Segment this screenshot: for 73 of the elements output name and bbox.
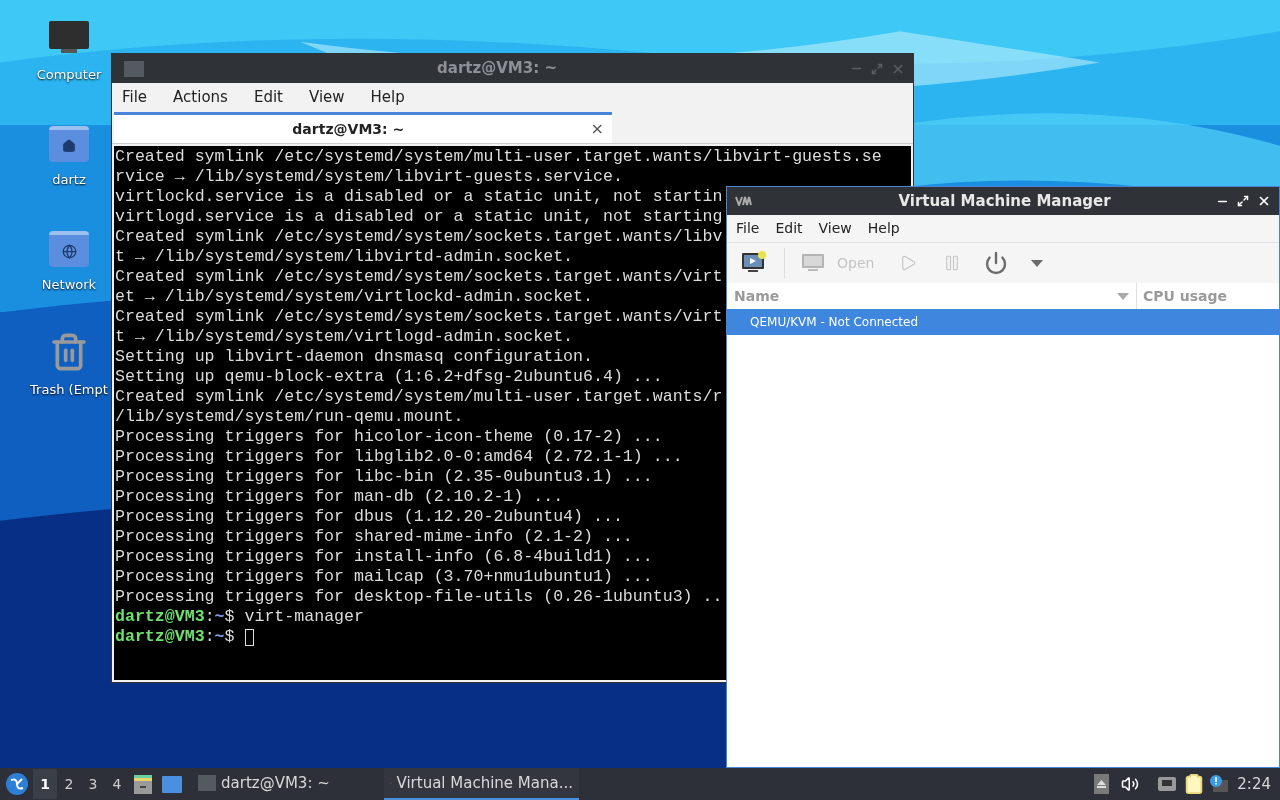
workspace-button[interactable]: 2 bbox=[57, 769, 81, 799]
menu-item[interactable]: View bbox=[308, 85, 345, 109]
menu-item[interactable]: View bbox=[818, 218, 852, 239]
terminal-icon bbox=[198, 775, 216, 791]
volume-icon[interactable] bbox=[1121, 775, 1140, 793]
workspace-button[interactable]: 3 bbox=[81, 769, 105, 799]
notification-icon[interactable] bbox=[1209, 774, 1230, 794]
close-icon[interactable] bbox=[1257, 194, 1271, 208]
terminal-tab[interactable]: dartz@VM3: ~ × bbox=[114, 112, 612, 143]
monitor-icon bbox=[741, 251, 767, 275]
menu-item[interactable]: Edit bbox=[775, 218, 803, 239]
terminal-line: Processing triggers for libglib2.0-0:amd64 (2.72.1-1) ... bbox=[115, 447, 683, 467]
menu-item[interactable]: Help bbox=[867, 218, 900, 239]
connection-row[interactable]: QEMU/KVM - Not Connected bbox=[727, 309, 1279, 335]
workspace-button[interactable]: 4 bbox=[105, 769, 129, 799]
taskbar-task[interactable]: Virtual Machine Mana... bbox=[384, 768, 579, 800]
sort-icon bbox=[1117, 292, 1129, 300]
file-cabinet-icon[interactable] bbox=[132, 773, 154, 795]
prompt-separator: : bbox=[204, 627, 215, 647]
maximize-icon[interactable] bbox=[1237, 195, 1249, 207]
start-menu-icon[interactable] bbox=[5, 772, 29, 796]
trash-icon bbox=[49, 332, 89, 372]
terminal-line: /lib/systemd/system/run-qemu.mount. bbox=[115, 407, 464, 427]
monitor-icon bbox=[801, 253, 825, 273]
menu-item[interactable]: File bbox=[122, 85, 148, 109]
terminal-line: Processing triggers for install-info (6.8-4build1) ... bbox=[115, 547, 653, 567]
eject-icon[interactable] bbox=[1094, 774, 1110, 794]
home-folder-icon bbox=[49, 126, 89, 162]
terminal-line: virtlogd.service is a disabled or a static unit, not starting bbox=[115, 207, 723, 227]
terminal-line: Setting up qemu-block-extra (1:6.2+dfsg-2ubuntu6.4) ... bbox=[115, 367, 663, 387]
terminal-line: rvice → /lib/systemd/system/libvirt-guests.service. bbox=[115, 167, 623, 187]
terminal-line: Processing triggers for man-db (2.10.2-1) ... bbox=[115, 487, 564, 507]
network-icon[interactable] bbox=[1157, 776, 1178, 792]
terminal-line: Processing triggers for dbus (1.12.20-2ubuntu4) ... bbox=[115, 507, 623, 527]
prompt-command: $ bbox=[224, 627, 235, 647]
terminal-line: t → /lib/systemd/system/libvirtd-admin.socket. bbox=[115, 247, 574, 267]
desktop-icon-label[interactable]: Trash (Empt bbox=[30, 380, 108, 400]
prompt-user: dartz@VM3 bbox=[115, 607, 205, 627]
terminal-line: Setting up libvirt-daemon dnsmasq configuration. bbox=[115, 347, 593, 367]
terminal-icon bbox=[124, 60, 144, 77]
prompt-separator: : bbox=[204, 607, 215, 627]
terminal-line: Processing triggers for hicolor-icon-theme (0.17-2) ... bbox=[115, 427, 663, 447]
window-title: Virtual Machine Manager bbox=[897, 190, 1112, 212]
terminal-line: t → /lib/systemd/system/virtlogd-admin.socket. bbox=[115, 327, 574, 347]
terminal-line: Created symlink /etc/systemd/system/sockets.target.wants/virt bbox=[115, 307, 723, 327]
prompt-path: ~ bbox=[214, 607, 225, 627]
terminal-line: Created symlink /etc/systemd/system/sockets.target.wants/virt bbox=[115, 267, 723, 287]
menu-item[interactable]: Help bbox=[370, 85, 405, 109]
caret-icon bbox=[1031, 259, 1044, 267]
terminal-line: Processing triggers for desktop-file-utils (0.26-1ubuntu3) .. bbox=[115, 587, 723, 607]
network-folder-icon bbox=[49, 231, 89, 267]
play-icon bbox=[899, 254, 918, 272]
prompt-path: ~ bbox=[214, 627, 225, 647]
workspace-button[interactable]: 1 bbox=[33, 769, 57, 799]
terminal-line: Created symlink /etc/systemd/system/sockets.target.wants/libv bbox=[115, 227, 723, 247]
tab-close-button[interactable]: × bbox=[582, 117, 612, 141]
terminal-line: Processing triggers for libc-bin (2.35-0ubuntu3.1) ... bbox=[115, 467, 653, 487]
terminal-line: Processing triggers for shared-mime-info (2.1-2) ... bbox=[115, 527, 633, 547]
window-title: dartz@VM3: ~ bbox=[436, 58, 558, 80]
terminal-line: Processing triggers for mailcap (3.70+nmu1ubuntu1) ... bbox=[115, 567, 653, 587]
terminal-line: Created symlink /etc/systemd/system/multi-user.target.wants/r bbox=[115, 387, 723, 407]
menu-item[interactable]: Edit bbox=[253, 85, 283, 109]
terminal-line: et → /lib/systemd/system/virtlockd-admin.socket. bbox=[115, 287, 593, 307]
prompt-user: dartz@VM3 bbox=[115, 627, 205, 647]
terminal-line: virtlockd.service is a disabled or a static unit, not startin bbox=[115, 187, 723, 207]
power-icon bbox=[984, 251, 1009, 275]
menu-item[interactable]: Actions bbox=[173, 85, 228, 109]
menu-item[interactable]: File bbox=[736, 218, 760, 239]
clock[interactable]: 2:24 bbox=[1237, 772, 1271, 796]
prompt-command: $ virt-manager bbox=[224, 607, 364, 627]
taskbar-task[interactable]: dartz@VM3: ~ bbox=[192, 768, 382, 800]
window-icon[interactable] bbox=[162, 775, 182, 793]
terminal-line: Created symlink /etc/systemd/system/multi-user.target.wants/libvirt-guests.se bbox=[115, 147, 882, 167]
